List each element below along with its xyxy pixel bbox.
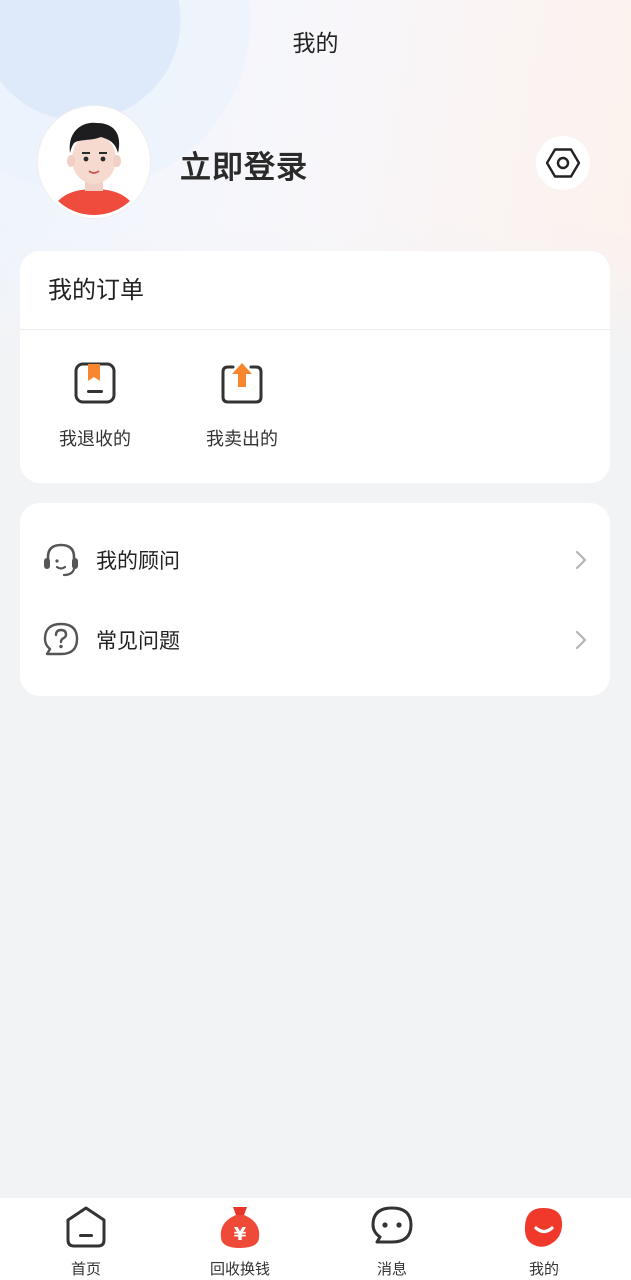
- order-item-returned[interactable]: 我退收的: [40, 361, 150, 451]
- chevron-right-icon: [575, 630, 587, 650]
- tab-home[interactable]: 首页: [36, 1204, 136, 1279]
- menu-item-faq[interactable]: 常见问题: [20, 610, 610, 670]
- sell-upload-icon: [221, 363, 263, 404]
- chevron-right-icon: [575, 550, 587, 570]
- avatar-person-icon: [41, 109, 147, 215]
- login-link[interactable]: 立即登录: [180, 142, 308, 187]
- home-icon: [66, 1206, 106, 1248]
- order-item-label: 我卖出的: [206, 429, 278, 450]
- menu-item-advisor[interactable]: 我的顾问: [20, 530, 610, 590]
- svg-text:¥: ¥: [234, 1224, 247, 1245]
- tab-label: 消息: [376, 1260, 407, 1278]
- gear-icon: [546, 148, 580, 178]
- order-item-sold[interactable]: 我卖出的: [187, 361, 297, 451]
- money-bag-icon: ¥: [220, 1207, 260, 1248]
- menu-card: 我的顾问 常见问题: [20, 503, 610, 696]
- orders-title: 我的订单: [20, 251, 610, 330]
- smile-profile-icon: [524, 1208, 563, 1247]
- orders-card: 我的订单 我退收的 我卖出的: [20, 251, 610, 483]
- tab-profile[interactable]: 我的: [494, 1204, 594, 1279]
- tab-label: 首页: [70, 1260, 101, 1278]
- tab-recycle[interactable]: ¥ 回收换钱: [190, 1204, 290, 1279]
- tab-label: 回收换钱: [209, 1260, 270, 1278]
- question-bubble-icon: [43, 622, 79, 656]
- settings-button[interactable]: [536, 136, 590, 190]
- tab-label: 我的: [528, 1260, 559, 1278]
- headset-icon: [44, 543, 78, 577]
- return-box-icon: [74, 362, 116, 404]
- page-title: 我的: [292, 31, 339, 57]
- order-item-label: 我退收的: [59, 429, 131, 450]
- menu-item-label: 我的顾问: [96, 549, 180, 573]
- chat-bubble-icon: [371, 1206, 413, 1244]
- bottom-tab-bar: 首页 ¥ 回收换钱 消息 我的: [0, 1198, 631, 1280]
- tab-messages[interactable]: 消息: [342, 1204, 442, 1279]
- menu-item-label: 常见问题: [96, 629, 180, 653]
- avatar[interactable]: [38, 106, 150, 218]
